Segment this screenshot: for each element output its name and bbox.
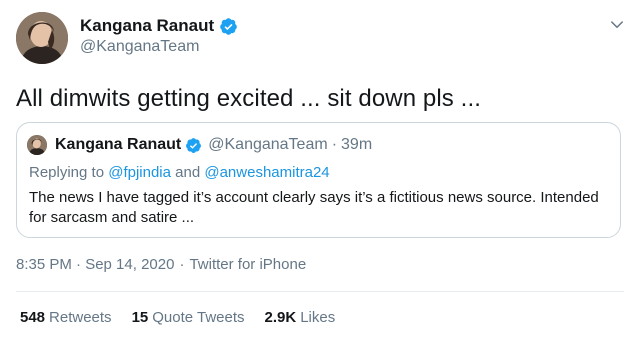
tweet-meta: 8:35 PM · Sep 14, 2020 · Twitter for iPh… xyxy=(16,256,306,273)
quote-replying-to: Replying to @fpjindia and @anweshamitra2… xyxy=(29,164,330,181)
quote-header: Kangana Ranaut @KanganaTeam · 39m xyxy=(55,136,372,154)
quoted-tweet[interactable]: Kangana Ranaut @KanganaTeam · 39m Replyi… xyxy=(16,122,621,238)
divider xyxy=(16,291,624,292)
quote-tweets-stat[interactable]: 15 Quote Tweets xyxy=(132,309,245,326)
mention-link[interactable]: @anweshamitra24 xyxy=(204,164,329,181)
replying-prefix: Replying to xyxy=(29,164,105,181)
quote-author-name[interactable]: Kangana Ranaut xyxy=(55,136,181,154)
author-name[interactable]: Kangana Ranaut xyxy=(80,16,214,36)
replying-and: and xyxy=(175,164,201,181)
verified-badge-icon xyxy=(220,17,237,35)
quote-text: The news I have tagged it’s account clea… xyxy=(29,189,599,226)
quote-author-handle[interactable]: @KanganaTeam xyxy=(208,136,327,154)
tweet-text: All dimwits getting excited ... sit down… xyxy=(16,85,481,112)
quote-avatar-image xyxy=(27,135,47,155)
quote-time[interactable]: 39m xyxy=(341,136,372,154)
retweets-count: 548 xyxy=(20,309,46,326)
avatar[interactable] xyxy=(16,12,68,64)
likes-label: Likes xyxy=(300,309,336,326)
quote-tweets-count: 15 xyxy=(131,309,149,326)
quote-tweets-label: Quote Tweets xyxy=(152,309,245,326)
quote-separator: · xyxy=(331,136,338,153)
likes-count: 2.9K xyxy=(264,309,297,326)
tweet-timestamp[interactable]: 8:35 PM · Sep 14, 2020 xyxy=(16,256,174,273)
tweet-card: Kangana Ranaut @KanganaTeam All dimwits … xyxy=(0,0,640,348)
retweets-stat[interactable]: 548 Retweets xyxy=(20,309,112,326)
avatar-image xyxy=(16,12,68,64)
meta-separator: · xyxy=(179,256,185,273)
chevron-down-icon[interactable] xyxy=(608,16,626,34)
tweet-stats: 548 Retweets 15 Quote Tweets 2.9K Likes xyxy=(20,309,355,326)
likes-stat[interactable]: 2.9K Likes xyxy=(265,309,336,326)
author-handle[interactable]: @KanganaTeam xyxy=(80,38,199,56)
author-name-row[interactable]: Kangana Ranaut xyxy=(80,16,238,36)
mention-link[interactable]: @fpjindia xyxy=(108,164,171,181)
verified-badge-icon xyxy=(186,137,202,153)
tweet-source[interactable]: Twitter for iPhone xyxy=(189,256,306,273)
quote-avatar[interactable] xyxy=(27,135,47,155)
retweets-label: Retweets xyxy=(49,309,112,326)
